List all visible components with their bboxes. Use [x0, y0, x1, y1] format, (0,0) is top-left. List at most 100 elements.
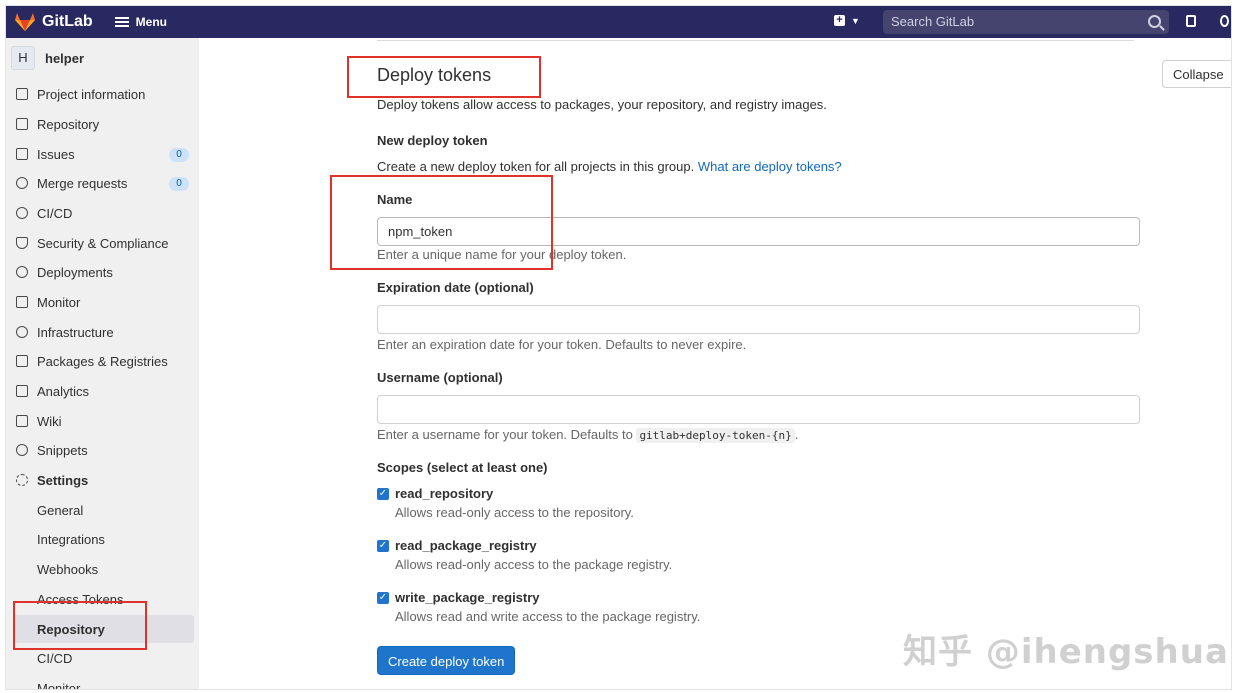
project-header[interactable]: H helper — [6, 38, 199, 78]
deployments-icon — [16, 266, 28, 278]
new-dropdown-button[interactable]: + ▼ — [834, 15, 860, 26]
sidebar-item-issues[interactable]: Issues 0 — [6, 140, 199, 168]
expiration-label: Expiration date (optional) — [377, 280, 534, 295]
info-icon — [16, 88, 28, 100]
scope-name: write_package_registry — [395, 590, 540, 605]
annotation-highlight-title — [347, 56, 541, 98]
settings-sub-webhooks[interactable]: Webhooks — [6, 555, 199, 583]
sidebar-item-label: Issues — [37, 146, 75, 162]
app-name: GitLab — [42, 13, 93, 30]
sidebar-subitem-label: Integrations — [37, 531, 105, 547]
username-help-text: Enter a username for your token. Default… — [377, 427, 633, 442]
new-token-description: Create a new deploy token for all projec… — [377, 159, 842, 174]
scope-name: read_repository — [395, 486, 494, 501]
sidebar-item-merge-requests[interactable]: Merge requests 0 — [6, 169, 199, 197]
sidebar-item-project-information[interactable]: Project information — [6, 80, 199, 108]
project-name: helper — [45, 50, 85, 66]
scope-description: Allows read-only access to the package r… — [395, 557, 673, 572]
tanuki-logo-icon — [15, 13, 35, 31]
top-navbar: GitLab Menu + ▼ Search GitLab — [6, 6, 1231, 38]
sidebar-subitem-label: General — [37, 502, 84, 518]
sidebar-item-security-compliance[interactable]: Security & Compliance — [6, 229, 199, 257]
new-token-heading: New deploy token — [377, 133, 488, 148]
sidebar-item-infrastructure[interactable]: Infrastructure — [6, 318, 199, 346]
new-token-description-text: Create a new deploy token for all projec… — [377, 159, 695, 174]
scissors-icon — [16, 444, 28, 456]
sidebar-item-label: Deployments — [37, 264, 113, 280]
settings-sub-monitor[interactable]: Monitor — [6, 674, 199, 690]
sidebar-subitem-label: CI/CD — [37, 650, 73, 666]
sidebar-item-monitor[interactable]: Monitor — [6, 288, 199, 316]
sidebar-subitem-label: Monitor — [37, 680, 81, 690]
sidebar-subitem-label: Webhooks — [37, 561, 99, 577]
create-deploy-token-button[interactable]: Create deploy token — [377, 646, 516, 675]
username-label: Username (optional) — [377, 370, 503, 385]
username-help-suffix: . — [794, 427, 799, 442]
sidebar-item-deployments[interactable]: Deployments — [6, 258, 199, 286]
sidebar-item-analytics[interactable]: Analytics — [6, 377, 199, 405]
scope-description: Allows read-only access to the repositor… — [395, 505, 634, 520]
expiration-help: Enter an expiration date for your token.… — [377, 337, 747, 352]
help-link[interactable]: What are deploy tokens? — [698, 159, 842, 174]
issues-icon — [16, 148, 28, 160]
infrastructure-icon — [16, 326, 28, 338]
sidebar-item-label: Analytics — [37, 383, 90, 399]
sidebar-item-label: Project information — [37, 86, 146, 102]
sidebar-item-label: Merge requests — [37, 175, 128, 191]
sidebar-item-label: Wiki — [37, 413, 62, 429]
scopes-label: Scopes (select at least one) — [377, 460, 548, 475]
username-input[interactable] — [377, 395, 1140, 424]
settings-sub-integrations[interactable]: Integrations — [6, 525, 199, 553]
settings-sub-general[interactable]: General — [6, 496, 199, 524]
menu-label: Menu — [135, 15, 168, 29]
sidebar-item-wiki[interactable]: Wiki — [6, 407, 199, 435]
sidebar-item-label: Infrastructure — [37, 324, 114, 340]
sidebar-item-settings[interactable]: Settings — [6, 466, 199, 494]
merge-request-icon[interactable] — [1220, 15, 1229, 27]
sidebar-item-packages-registries[interactable]: Packages & Registries — [6, 347, 199, 375]
issues-todo-icon[interactable] — [1186, 15, 1196, 27]
username-help: Enter a username for your token. Default… — [377, 427, 799, 443]
sidebar-item-label: Security & Compliance — [37, 235, 169, 251]
section-description: Deploy tokens allow access to packages, … — [377, 97, 827, 112]
sidebar: H helper Project information Repository … — [6, 38, 199, 689]
plus-square-icon: + — [834, 15, 845, 26]
search-placeholder: Search GitLab — [891, 14, 975, 29]
sidebar-item-label: Repository — [37, 116, 100, 132]
sidebar-item-label: Monitor — [37, 294, 81, 310]
scope-description: Allows read and write access to the pack… — [395, 609, 701, 624]
read-package-registry-checkbox[interactable]: ✓ — [377, 540, 389, 552]
search-input[interactable]: Search GitLab — [883, 10, 1169, 34]
annotation-highlight-name — [330, 175, 553, 270]
collapse-button[interactable]: Collapse — [1162, 60, 1231, 88]
watermark: 知乎 @ihengshuai — [903, 632, 1232, 672]
sidebar-item-ci-cd[interactable]: CI/CD — [6, 199, 199, 227]
project-avatar: H — [11, 46, 35, 70]
issues-count-badge: 0 — [169, 148, 189, 162]
chevron-down-icon: ▼ — [851, 15, 860, 26]
annotation-highlight-repository — [13, 601, 147, 650]
scope-name: read_package_registry — [395, 538, 537, 553]
sidebar-item-repository[interactable]: Repository — [6, 110, 199, 138]
sidebar-item-label: CI/CD — [37, 205, 73, 221]
sidebar-item-label: Settings — [37, 472, 89, 488]
rocket-icon — [16, 207, 28, 219]
main-content: Deploy tokens Collapse Deploy tokens all… — [199, 38, 1231, 689]
sidebar-item-snippets[interactable]: Snippets — [6, 436, 199, 464]
gitlab-logo[interactable]: GitLab — [14, 12, 93, 32]
section-divider — [377, 40, 1134, 45]
write-package-registry-checkbox[interactable]: ✓ — [377, 592, 389, 604]
hamburger-icon — [114, 17, 129, 27]
sidebar-item-label: Snippets — [37, 442, 88, 458]
search-icon — [1148, 15, 1161, 28]
book-icon — [16, 415, 28, 427]
default-username-code: gitlab+deploy-token-{n} — [636, 428, 795, 443]
menu-button[interactable]: Menu — [114, 15, 168, 29]
monitor-icon — [16, 296, 28, 308]
sidebar-item-label: Packages & Registries — [37, 353, 168, 369]
shield-icon — [16, 237, 28, 249]
merge-request-icon — [16, 177, 28, 189]
package-icon — [16, 355, 28, 367]
read-repository-checkbox[interactable]: ✓ — [377, 488, 389, 500]
expiration-date-input[interactable] — [377, 305, 1140, 334]
